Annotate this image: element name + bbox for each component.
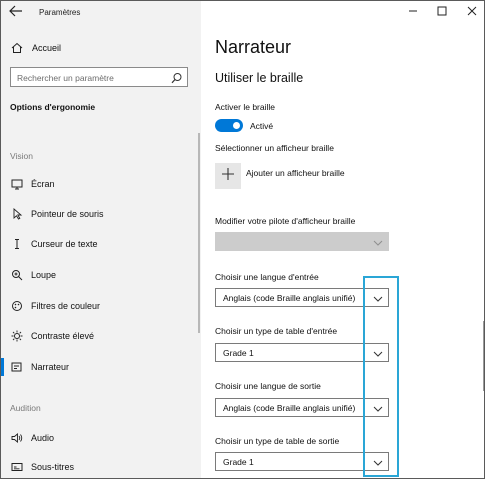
- input-table-label: Choisir un type de table d'entrée: [215, 326, 338, 336]
- sidebar-item-narrateur[interactable]: Narrateur: [1, 356, 201, 378]
- plus-icon: [221, 167, 235, 186]
- braille-toggle-label: Activer le braille: [215, 102, 275, 112]
- main-content: Narrateur Utiliser le braille Activer le…: [201, 1, 484, 478]
- braille-toggle[interactable]: [215, 119, 243, 132]
- add-display-label[interactable]: Ajouter un afficheur braille: [246, 168, 345, 178]
- captions-icon: [11, 461, 23, 473]
- sidebar-item-label: Narrateur: [31, 362, 70, 372]
- narrator-icon: [11, 361, 23, 373]
- group-label-vision: Vision: [10, 151, 33, 161]
- driver-label: Modifier votre pilote d'afficheur braill…: [215, 216, 356, 226]
- chevron-down-icon: [372, 236, 384, 248]
- display-label: Sélectionner un afficheur braille: [215, 143, 334, 153]
- sidebar-item-audio[interactable]: Audio: [1, 427, 201, 449]
- output-language-label: Choisir une langue de sortie: [215, 381, 321, 391]
- color-filter-icon: [11, 300, 23, 312]
- sidebar-item-home[interactable]: [1, 37, 201, 59]
- speaker-icon: [11, 432, 23, 444]
- sidebar-item-curseur[interactable]: Curseur de texte: [1, 233, 201, 255]
- home-icon: [11, 42, 23, 54]
- sidebar-section-title: Options d'ergonomie: [10, 102, 96, 112]
- driver-dropdown: [215, 232, 389, 251]
- sidebar-item-label: Sous-titres: [31, 462, 75, 472]
- output-table-value: Grade 1: [223, 457, 254, 467]
- search-icon[interactable]: [171, 71, 183, 84]
- high-contrast-icon: [11, 330, 23, 342]
- output-language-value: Anglais (code Braille anglais unifié): [223, 403, 356, 413]
- dropdown-highlight-box: [363, 276, 399, 477]
- sidebar-item-label: Curseur de texte: [31, 239, 98, 249]
- sidebar-item-pointeur[interactable]: Pointeur de souris: [1, 203, 201, 225]
- home-label: Accueil: [32, 43, 62, 53]
- sidebar-item-filtres[interactable]: Filtres de couleur: [1, 295, 201, 317]
- maximize-icon[interactable]: [436, 5, 448, 17]
- sidebar-item-label: Écran: [31, 179, 55, 189]
- toggle-knob: [233, 122, 240, 129]
- settings-window: Paramètres Accueil Rechercher un paramèt…: [0, 0, 485, 479]
- back-arrow-icon[interactable]: [9, 5, 25, 19]
- group-label-audition: Audition: [10, 403, 41, 413]
- sidebar-scrollbar[interactable]: [198, 133, 200, 333]
- sidebar-item-contraste[interactable]: Contraste élevé: [1, 325, 201, 347]
- search-placeholder: Rechercher un paramètre: [17, 73, 114, 83]
- close-icon[interactable]: [466, 5, 478, 17]
- sidebar-item-loupe[interactable]: Loupe: [1, 264, 201, 286]
- mouse-pointer-icon: [11, 208, 23, 220]
- magnifier-icon: [11, 269, 23, 281]
- sidebar-item-label: Filtres de couleur: [31, 301, 101, 311]
- display-icon: [11, 178, 23, 190]
- sidebar-item-label: Contraste élevé: [31, 331, 95, 341]
- input-table-value: Grade 1: [223, 348, 254, 358]
- sidebar-item-label: Loupe: [31, 270, 57, 280]
- input-language-label: Choisir une langue d'entrée: [215, 272, 319, 282]
- sidebar: Paramètres Accueil Rechercher un paramèt…: [1, 1, 201, 478]
- input-language-value: Anglais (code Braille anglais unifié): [223, 293, 356, 303]
- text-cursor-icon: [11, 238, 23, 250]
- braille-toggle-state: Activé: [250, 121, 274, 131]
- sidebar-item-ecran[interactable]: Écran: [1, 173, 201, 195]
- page-title: Narrateur: [215, 37, 292, 57]
- minimize-icon[interactable]: [407, 5, 419, 17]
- section-title: Utiliser le braille: [215, 71, 304, 85]
- app-title: Paramètres: [39, 8, 81, 17]
- output-table-label: Choisir un type de table de sortie: [215, 436, 340, 446]
- add-display-button[interactable]: [215, 163, 241, 189]
- search-input[interactable]: Rechercher un paramètre: [10, 67, 188, 87]
- sidebar-item-label: Pointeur de souris: [31, 209, 104, 219]
- sidebar-item-sous-titres[interactable]: Sous-titres: [1, 456, 201, 478]
- sidebar-item-label: Audio: [31, 433, 55, 443]
